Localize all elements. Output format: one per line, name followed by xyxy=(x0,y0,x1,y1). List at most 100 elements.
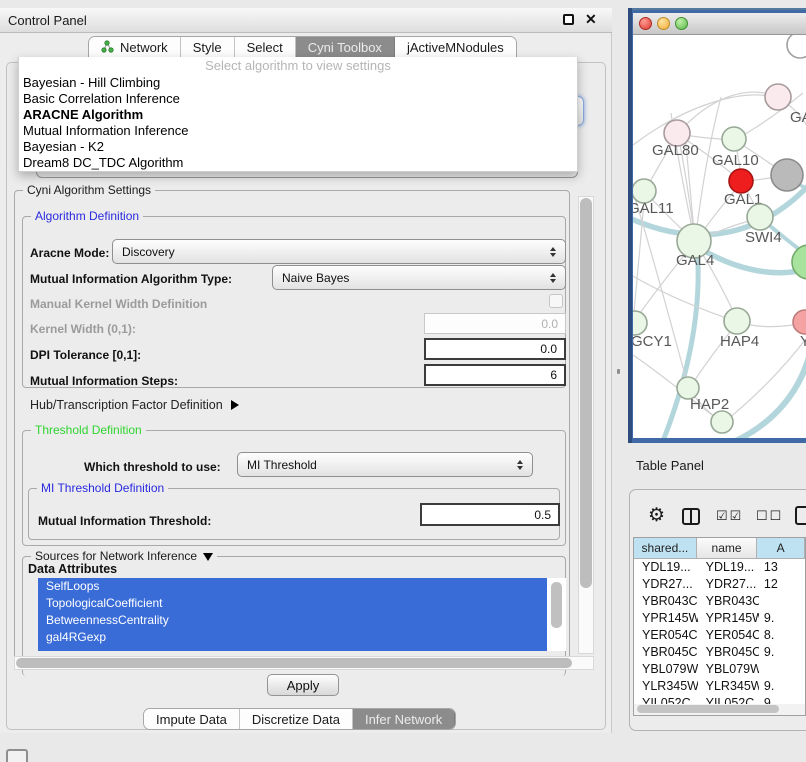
table-mode-icon[interactable] xyxy=(795,506,806,525)
table-row[interactable]: YPR145WYPR145W9. xyxy=(634,610,806,627)
column-header-shared-name[interactable]: shared... xyxy=(634,538,697,559)
tab-label: Style xyxy=(193,40,222,55)
node-label: GAL10 xyxy=(712,152,759,169)
close-traffic-light-icon[interactable] xyxy=(639,17,652,30)
checked-columns-icon[interactable]: ☑☑ xyxy=(716,508,743,524)
kernel-width-label: Kernel Width (0,1): xyxy=(30,322,136,336)
apply-button[interactable]: Apply xyxy=(267,674,339,696)
tab-select[interactable]: Select xyxy=(235,37,296,58)
table-cell: YBR045C xyxy=(698,644,759,661)
attribute-list-scrollbar[interactable] xyxy=(551,582,562,628)
data-attribute-item[interactable] xyxy=(38,646,547,651)
node-table: shared... name A YDL19...YDL19...13YDR27… xyxy=(633,537,806,716)
algorithm-option[interactable]: Bayesian - K2 xyxy=(19,139,577,155)
hub-definition-toggle[interactable]: Hub/Transcription Factor Definition xyxy=(30,398,239,412)
network-node-y[interactable] xyxy=(793,310,806,334)
close-icon[interactable]: ✕ xyxy=(585,11,597,28)
algorithm-option[interactable]: Basic Correlation Inference xyxy=(19,91,577,107)
network-node[interactable] xyxy=(711,411,733,433)
manual-kernel-width-label: Manual Kernel Width Definition xyxy=(30,297,207,311)
application-window: Control Panel ✕ Network Style Select Cyn… xyxy=(0,0,806,762)
table-cell: 9. xyxy=(759,678,806,695)
data-attribute-item[interactable]: BetweennessCentrality xyxy=(38,612,547,629)
table-row[interactable]: YDR27...YDR27...12 xyxy=(634,576,806,593)
table-panel-title: Table Panel xyxy=(636,458,704,473)
tab-discretize-data[interactable]: Discretize Data xyxy=(240,709,353,729)
panel-divider-handle[interactable] xyxy=(617,369,620,374)
table-cell: YER054C xyxy=(634,627,698,644)
network-node-gal[interactable] xyxy=(765,84,791,110)
which-threshold-combo[interactable]: MI Threshold xyxy=(237,452,533,477)
dpi-tolerance-field[interactable]: 0.0 xyxy=(424,338,566,360)
mi-algorithm-type-label: Mutual Information Algorithm Type: xyxy=(30,272,232,286)
tab-network[interactable]: Network xyxy=(89,37,181,58)
column-header-name[interactable]: name xyxy=(697,538,757,559)
data-attribute-item[interactable]: SelfLoops xyxy=(38,578,547,595)
table-row[interactable]: YBR045CYBR045C9. xyxy=(634,644,806,661)
algorithm-dropdown-popup: Select algorithm to view settings Bayesi… xyxy=(18,57,578,172)
minimized-panel-icon[interactable] xyxy=(6,749,28,762)
table-cell: YBR043C xyxy=(634,593,698,610)
table-cell xyxy=(759,661,806,678)
network-node-swi4[interactable] xyxy=(747,204,773,230)
table-row[interactable]: YBR043CYBR043C xyxy=(634,593,806,610)
gear-icon[interactable]: ⚙ xyxy=(648,504,665,527)
float-window-icon[interactable] xyxy=(563,14,574,25)
table-horizontal-scrollbar-thumb[interactable] xyxy=(637,705,779,713)
tab-label: Select xyxy=(247,40,283,55)
network-icon xyxy=(101,40,114,56)
table-row[interactable]: YER054CYER054C8. xyxy=(634,627,806,644)
table-row[interactable]: YDL19...YDL19...13 xyxy=(634,559,806,576)
minimize-traffic-light-icon[interactable] xyxy=(657,17,670,30)
manual-kernel-width-checkbox[interactable] xyxy=(549,294,563,308)
algorithm-option[interactable]: ARACNE Algorithm xyxy=(19,107,577,123)
network-node[interactable] xyxy=(771,159,803,191)
network-node-gcy1[interactable] xyxy=(633,311,647,335)
settings-vertical-scrollbar-thumb[interactable] xyxy=(580,198,592,588)
table-cell: 9. xyxy=(759,644,806,661)
which-threshold-label: Which threshold to use: xyxy=(84,460,221,474)
column-header-partial[interactable]: A xyxy=(757,538,805,559)
tab-impute-data[interactable]: Impute Data xyxy=(144,709,240,729)
settings-horizontal-scrollbar-thumb[interactable] xyxy=(16,658,572,668)
tab-label: Impute Data xyxy=(156,712,227,727)
combo-arrows-icon xyxy=(547,266,559,289)
table-body: YDL19...YDL19...13YDR27...YDR27...12YBR0… xyxy=(634,559,806,705)
table-cell: YLR345W xyxy=(634,678,698,695)
table-cell: YPR145W xyxy=(634,610,698,627)
sources-group-title[interactable]: Sources for Network Inference xyxy=(31,549,217,563)
algorithm-option[interactable]: Bayesian - Hill Climbing xyxy=(19,75,577,91)
table-cell: YER054C xyxy=(698,627,759,644)
mi-steps-field[interactable]: 6 xyxy=(424,364,566,386)
aracne-mode-combo[interactable]: Discovery xyxy=(112,239,566,264)
data-attribute-item[interactable]: TopologicalCoefficient xyxy=(38,595,547,612)
split-columns-icon[interactable] xyxy=(682,508,700,525)
network-node-gal1[interactable] xyxy=(729,169,753,193)
table-row[interactable]: YBL079WYBL079W xyxy=(634,661,806,678)
mi-threshold-field[interactable]: 0.5 xyxy=(420,503,560,526)
tab-jactivemnodules[interactable]: jActiveMNodules xyxy=(395,37,516,58)
node-label: SWI4 xyxy=(745,229,782,246)
combo-value: Discovery xyxy=(122,245,175,259)
table-row[interactable]: YLR345WYLR345W9. xyxy=(634,678,806,695)
tab-style[interactable]: Style xyxy=(181,37,235,58)
tab-label: Cyni Toolbox xyxy=(308,40,382,55)
kernel-width-field[interactable]: 0.0 xyxy=(424,313,566,334)
tab-label: jActiveMNodules xyxy=(407,40,504,55)
collapse-down-icon xyxy=(203,553,213,561)
table-cell: YBL079W xyxy=(698,661,759,678)
algorithm-placeholder: Select algorithm to view settings xyxy=(19,57,577,75)
network-canvas[interactable]: GALGAL80GAL10GAL1GAL11SWI4GAL4GCY1HAP4YH… xyxy=(633,35,806,438)
mi-algorithm-type-combo[interactable]: Naive Bayes xyxy=(272,265,566,290)
tab-infer-network[interactable]: Infer Network xyxy=(353,709,455,729)
zoom-traffic-light-icon[interactable] xyxy=(675,17,688,30)
algorithm-option[interactable]: Mutual Information Inference xyxy=(19,123,577,139)
algorithm-option[interactable]: Dream8 DC_TDC Algorithm xyxy=(19,155,577,171)
node-label: GAL11 xyxy=(633,200,674,217)
data-attribute-item[interactable]: gal4RGexp xyxy=(38,629,547,646)
network-node[interactable] xyxy=(787,35,806,58)
tab-cyni-toolbox[interactable]: Cyni Toolbox xyxy=(296,37,395,58)
unchecked-columns-icon[interactable]: ☐☐ xyxy=(756,508,783,524)
network-node-hap4[interactable] xyxy=(724,308,750,334)
network-node-gal10[interactable] xyxy=(722,127,746,151)
